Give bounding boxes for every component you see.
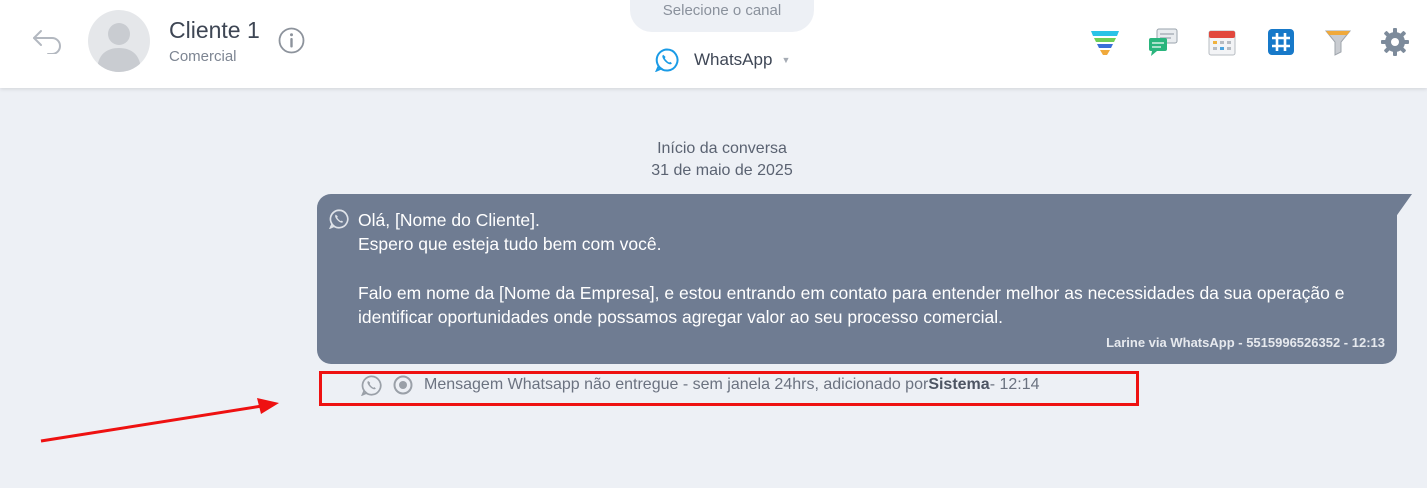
avatar [88, 10, 150, 72]
annotation-highlight-box [319, 371, 1139, 406]
contact-subtitle: Comercial [169, 48, 237, 65]
channel-tab-label: Selecione o canal [630, 0, 814, 32]
chat-bubbles-icon[interactable] [1148, 27, 1178, 57]
channel-selected-label: WhatsApp [694, 50, 773, 69]
back-arrow-icon[interactable] [30, 26, 66, 55]
channel-dropdown[interactable]: WhatsApp ▼ [655, 46, 790, 74]
calendar-icon[interactable] [1207, 27, 1237, 57]
funnel-color-icon[interactable] [1090, 27, 1120, 57]
message-bubble: Olá, [Nome do Cliente]. Espero que estej… [317, 194, 1397, 364]
message-text: Olá, [Nome do Cliente]. Espero que estej… [358, 210, 1345, 327]
whatsapp-icon [329, 209, 349, 229]
message-bubble-tail [1395, 194, 1412, 218]
annotation-arrow [40, 398, 279, 443]
whatsapp-icon [655, 48, 679, 72]
chevron-down-icon: ▼ [781, 55, 791, 65]
info-icon[interactable] [278, 27, 305, 54]
gear-icon[interactable] [1380, 27, 1410, 57]
conversation-start-date: 31 de maio de 2025 [651, 162, 793, 179]
message-meta: Larine via WhatsApp - 5515996526352 - 12… [1106, 335, 1385, 350]
contact-name: Cliente 1 [169, 17, 260, 43]
chat-header: Cliente 1 Comercial Selecione o canal Wh… [0, 0, 1427, 88]
conversation-start-label: Início da conversa [657, 140, 787, 157]
hashtag-icon[interactable] [1266, 27, 1296, 57]
filter-icon[interactable] [1323, 27, 1353, 57]
